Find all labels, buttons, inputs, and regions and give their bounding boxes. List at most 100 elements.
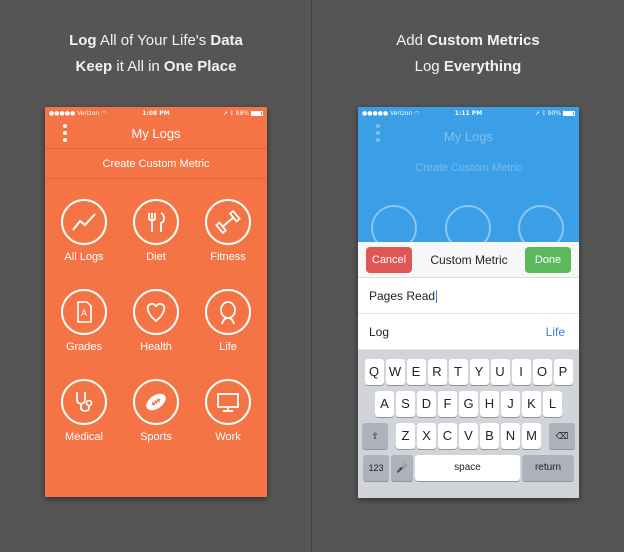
wifi-icon: ◠ bbox=[101, 109, 107, 117]
left-panel: Log All of Your Life's Data Keep it All … bbox=[0, 0, 312, 552]
nav-bar: My Logs bbox=[45, 119, 267, 149]
key-x[interactable]: X bbox=[417, 423, 436, 449]
category-label: Work bbox=[215, 431, 241, 443]
bluetooth-icon: ᛒ bbox=[542, 109, 546, 117]
key-b[interactable]: B bbox=[480, 423, 499, 449]
category-label: Life bbox=[219, 341, 237, 353]
battery-percent: 90% bbox=[547, 109, 561, 117]
status-bar: ●●●●● Verizon ◠ 1:11 PM ➚ ᛒ 90% bbox=[358, 107, 579, 119]
delete-key[interactable]: ⌫ bbox=[549, 423, 575, 449]
battery-icon bbox=[250, 110, 263, 116]
heart-icon bbox=[146, 302, 166, 323]
monitor-icon bbox=[217, 393, 239, 412]
key-d[interactable]: D bbox=[417, 391, 436, 417]
category-label: Health bbox=[140, 341, 172, 353]
carrier-label: ●●●●● Verizon bbox=[49, 109, 100, 117]
category-label: Medical bbox=[65, 431, 103, 443]
log-category-value[interactable]: Life bbox=[546, 325, 565, 339]
key-y[interactable]: Y bbox=[469, 359, 489, 385]
headline-bold: Custom Metrics bbox=[427, 32, 540, 49]
keyboard: QWERTYUIOP ASDFGHJKL ⇧ Z X C V B N M ⌫ 123 🎤 sp… bbox=[358, 350, 579, 498]
key-c[interactable]: C bbox=[438, 423, 457, 449]
text-caret bbox=[436, 290, 438, 304]
page-title: My Logs bbox=[131, 126, 181, 141]
key-p[interactable]: P bbox=[553, 359, 573, 385]
headline-text: it All in bbox=[112, 58, 164, 75]
key-z[interactable]: Z bbox=[396, 423, 415, 449]
key-k[interactable]: K bbox=[522, 391, 541, 417]
background-title: My Logs bbox=[443, 129, 494, 144]
category-fitness[interactable]: Fitness bbox=[191, 199, 265, 289]
done-button[interactable]: Done bbox=[525, 247, 571, 273]
location-icon: ➚ bbox=[535, 109, 541, 117]
status-time: 1:11 PM bbox=[454, 109, 483, 117]
key-w[interactable]: W bbox=[385, 359, 405, 385]
metric-name-field[interactable]: Pages Read bbox=[358, 278, 579, 314]
stethoscope-icon bbox=[76, 392, 93, 412]
background-create-label: Create Custom Metric bbox=[415, 162, 522, 174]
category-label: Fitness bbox=[210, 251, 246, 263]
left-headline-2: Keep it All in One Place bbox=[0, 58, 312, 75]
key-h[interactable]: H bbox=[480, 391, 499, 417]
person-head-icon bbox=[220, 301, 236, 325]
category-work[interactable]: Work bbox=[191, 379, 265, 469]
right-headline-1: Add Custom Metrics bbox=[312, 32, 624, 49]
category-label: All Logs bbox=[64, 251, 104, 263]
football-icon bbox=[146, 393, 166, 411]
category-sports[interactable]: Sports bbox=[119, 379, 193, 469]
key-s[interactable]: S bbox=[396, 391, 415, 417]
location-icon: ➚ bbox=[223, 109, 229, 117]
headline-bold: Log bbox=[69, 32, 97, 49]
create-custom-metric-button[interactable]: Create Custom Metric bbox=[45, 149, 267, 179]
key-a[interactable]: A bbox=[375, 391, 394, 417]
numbers-key[interactable]: 123 bbox=[363, 455, 389, 481]
headline-text: All of Your Life's bbox=[96, 32, 211, 49]
key-l[interactable]: L bbox=[543, 391, 562, 417]
key-u[interactable]: U bbox=[490, 359, 510, 385]
return-key[interactable]: return bbox=[522, 455, 574, 481]
category-label: Sports bbox=[140, 431, 172, 443]
category-health[interactable]: Health bbox=[119, 289, 193, 379]
key-e[interactable]: E bbox=[406, 359, 426, 385]
key-g[interactable]: G bbox=[459, 391, 478, 417]
status-bar: ●●●●● Verizon ◠ 1:08 PM ➚ ᛒ 88% bbox=[45, 107, 267, 119]
metric-name-value: Pages Read bbox=[369, 289, 436, 303]
microphone-key[interactable]: 🎤 bbox=[391, 455, 413, 481]
shift-key[interactable]: ⇧ bbox=[362, 423, 388, 449]
headline-text: Log bbox=[414, 58, 444, 75]
category-label: Diet bbox=[146, 251, 166, 263]
key-i[interactable]: I bbox=[511, 359, 531, 385]
key-r[interactable]: R bbox=[427, 359, 447, 385]
key-j[interactable]: J bbox=[501, 391, 520, 417]
fork-knife-icon bbox=[148, 212, 165, 232]
key-v[interactable]: V bbox=[459, 423, 478, 449]
right-headline-2: Log Everything bbox=[312, 58, 624, 75]
category-label: Grades bbox=[65, 341, 103, 353]
battery-percent: 88% bbox=[235, 109, 249, 117]
wifi-icon: ◠ bbox=[414, 109, 420, 117]
space-key[interactable]: space bbox=[415, 455, 520, 481]
category-medical[interactable]: Medical bbox=[47, 379, 121, 469]
battery-icon bbox=[563, 110, 575, 116]
dumbbell-icon bbox=[215, 209, 241, 235]
log-label: Log bbox=[369, 325, 390, 339]
modal-title: Custom Metric bbox=[430, 253, 508, 267]
key-f[interactable]: F bbox=[438, 391, 457, 417]
headline-bold: One Place bbox=[163, 58, 237, 75]
log-category-row[interactable]: Log Life bbox=[358, 314, 579, 350]
key-q[interactable]: Q bbox=[364, 359, 384, 385]
category-all-logs[interactable]: All Logs bbox=[47, 199, 121, 289]
category-life[interactable]: Life bbox=[191, 289, 265, 379]
left-headline-1: Log All of Your Life's Data bbox=[0, 32, 312, 49]
custom-metric-phone: ●●●●● Verizon ◠ 1:11 PM ➚ ᛒ 90% My Logs … bbox=[358, 107, 579, 498]
key-m[interactable]: M bbox=[522, 423, 541, 449]
category-diet[interactable]: Diet bbox=[119, 199, 193, 289]
grade-paper-icon: A bbox=[77, 301, 92, 323]
key-o[interactable]: O bbox=[532, 359, 552, 385]
background-screen: ●●●●● Verizon ◠ 1:11 PM ➚ ᛒ 90% My Logs … bbox=[358, 107, 579, 251]
category-grades[interactable]: A Grades bbox=[47, 289, 121, 379]
status-time: 1:08 PM bbox=[142, 109, 170, 117]
key-n[interactable]: N bbox=[501, 423, 520, 449]
cancel-button[interactable]: Cancel bbox=[366, 247, 412, 273]
key-t[interactable]: T bbox=[448, 359, 468, 385]
